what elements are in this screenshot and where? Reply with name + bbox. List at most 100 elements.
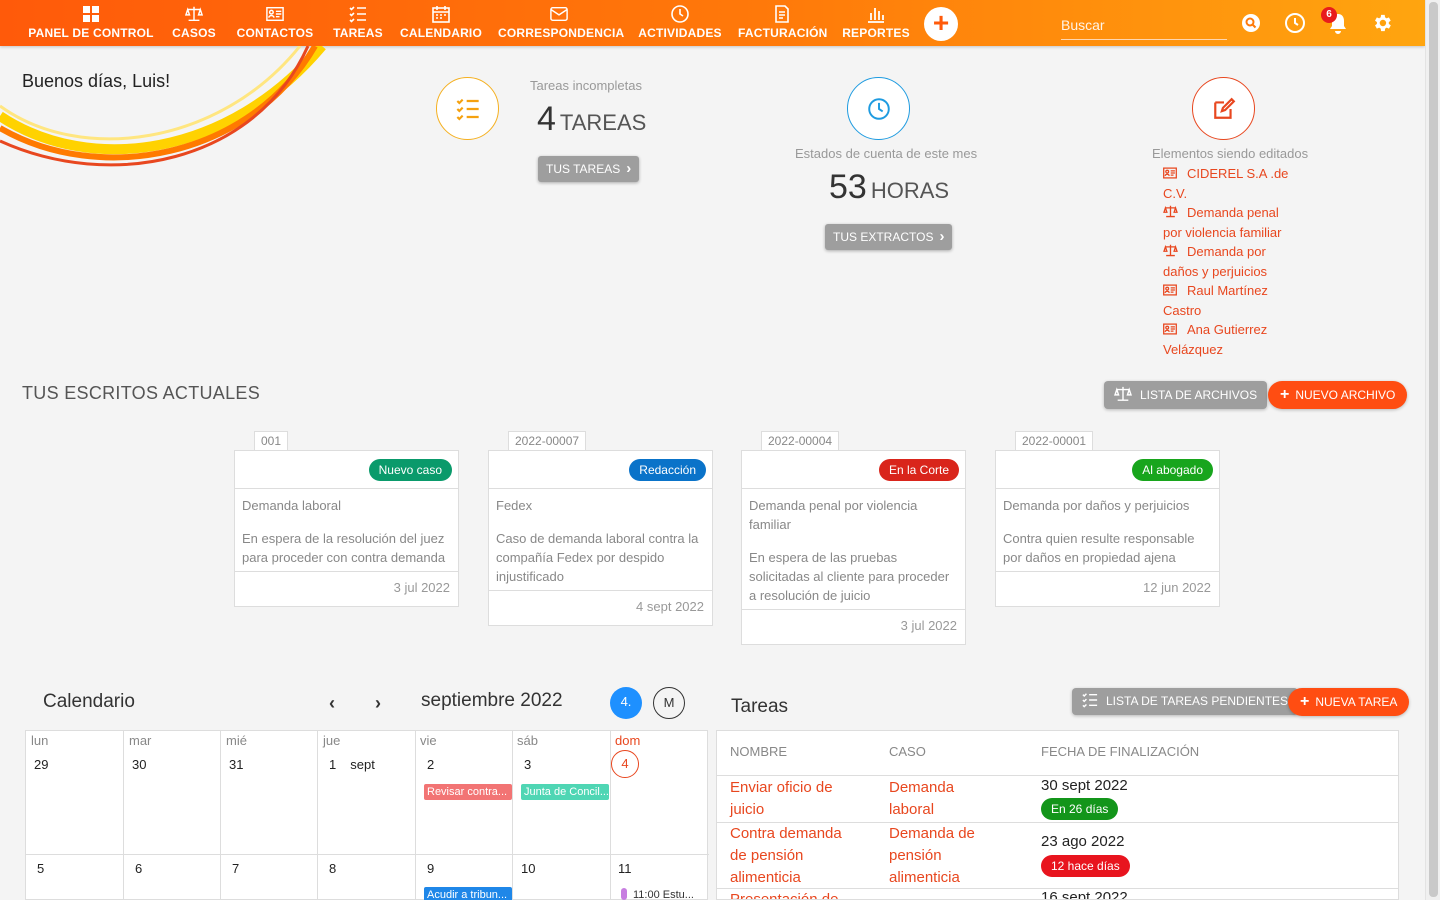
case-number-tab: 2022-00001 xyxy=(1015,431,1094,451)
nav-facturacion[interactable]: FACTURACIÓN xyxy=(738,4,828,44)
calendar-day[interactable]: 9 xyxy=(427,861,434,876)
nav-reportes[interactable]: REPORTES xyxy=(842,4,910,44)
page-scrollbar[interactable] xyxy=(1425,0,1440,900)
pending-tasks-list-button[interactable]: LISTA DE TAREAS PENDIENTES xyxy=(1072,688,1299,715)
task-name-link[interactable]: Enviar oficio de juicio xyxy=(730,777,833,821)
calendar-event[interactable]: Junta de Concil... xyxy=(521,784,609,800)
nav-contactos[interactable]: CONTACTOS xyxy=(236,4,314,44)
column-header[interactable]: FECHA DE FINALIZACIÓN xyxy=(1041,744,1199,759)
case-description: Caso de demanda laboral contra la compañ… xyxy=(496,531,699,584)
editing-item[interactable]: Demanda por daños y perjuicios xyxy=(1163,242,1295,281)
editing-item-label: Raul Martínez xyxy=(1187,283,1268,298)
scrollbar-thumb[interactable] xyxy=(1429,2,1438,897)
tasks-caption: Tareas incompletas xyxy=(530,78,642,93)
calendar-day[interactable]: 7 xyxy=(232,861,239,876)
weekday-label: lun xyxy=(31,733,49,748)
editing-item-label: Velázquez xyxy=(1163,342,1223,357)
nav-label: REPORTES xyxy=(842,26,910,40)
calendar-month-view-button[interactable]: M xyxy=(653,687,685,719)
editing-item[interactable]: Raul Martínez Castro xyxy=(1163,281,1295,320)
task-case-link[interactable]: Demanda laboral xyxy=(889,777,954,821)
add-button[interactable]: + xyxy=(924,7,958,41)
calendar-day[interactable]: 2 xyxy=(427,757,434,772)
nav-casos[interactable]: CASOS xyxy=(170,4,218,44)
editing-items-list: CIDEREL S.A .de C.V. Demanda penal por viol… xyxy=(1163,164,1295,359)
calendar-row-divider xyxy=(26,854,709,855)
task-case-link[interactable]: Demanda de pensión alimenticia xyxy=(889,823,975,889)
case-card[interactable]: En la Corte Demanda penal por violencia f… xyxy=(741,450,966,645)
calendar-event[interactable]: 11:00 Estu... xyxy=(621,887,707,900)
calendar-day[interactable]: 11 xyxy=(618,861,632,876)
plus-icon: + xyxy=(1300,693,1310,710)
task-due-date: 23 ago 2022 xyxy=(1041,833,1125,850)
row-divider xyxy=(717,775,1398,776)
file-list-button[interactable]: LISTA DE ARCHIVOS xyxy=(1104,381,1268,409)
calendar-day[interactable]: 30 xyxy=(132,757,146,772)
case-card-body: Fedex Caso de demanda laboral contra la c… xyxy=(489,489,712,591)
contact-card-icon xyxy=(236,4,314,24)
chevron-right-icon: › xyxy=(939,228,945,245)
editing-item-label: daños y perjuicios xyxy=(1163,264,1268,279)
calendar-day-view-button[interactable]: 4. xyxy=(610,687,642,719)
task-name-link[interactable]: Presentación de xyxy=(730,889,838,899)
search-input[interactable] xyxy=(1061,10,1227,40)
invoice-icon xyxy=(738,4,826,24)
greeting: Buenos días, Luis! xyxy=(22,71,171,91)
weekday-label: mar xyxy=(129,733,152,748)
nav-panel-de-control[interactable]: PANEL DE CONTROL xyxy=(27,4,155,44)
calendar-day[interactable]: 31 xyxy=(229,757,243,772)
calendar-day[interactable]: 5 xyxy=(37,861,44,876)
nav-correspondencia[interactable]: CORRESPONDENCIA xyxy=(498,4,624,44)
nav-label: CASOS xyxy=(172,26,216,40)
case-card-body: Demanda laboral En espera de la resolució… xyxy=(235,489,458,572)
case-card[interactable]: Nuevo caso Demanda laboral En espera de la… xyxy=(234,450,459,607)
gear-icon[interactable] xyxy=(1371,12,1393,34)
calendar-event[interactable]: Revisar contra... xyxy=(424,784,512,800)
calendar-today[interactable]: 4 xyxy=(611,750,639,778)
nav-label: PANEL DE CONTROL xyxy=(28,26,154,40)
plus-icon: + xyxy=(1280,386,1290,403)
task-due-date: 16 sept 2022 xyxy=(1041,889,1128,900)
calendar-event[interactable]: Acudir a tribun... xyxy=(424,887,512,900)
calendar-day[interactable]: 6 xyxy=(135,861,142,876)
editing-item[interactable]: Demanda penal por violencia familiar xyxy=(1163,203,1295,242)
task-name-link[interactable]: Contra demanda de pensión alimenticia xyxy=(730,823,842,889)
editing-item[interactable]: Ana Gutierrez Velázquez xyxy=(1163,320,1295,359)
new-file-label: NUEVO ARCHIVO xyxy=(1295,388,1396,402)
search-icon[interactable] xyxy=(1242,14,1260,32)
nav-actividades[interactable]: ACTIVIDADES xyxy=(638,4,722,44)
editing-item[interactable]: CIDEREL S.A .de C.V. xyxy=(1163,164,1295,203)
scale-icon xyxy=(1163,243,1179,262)
case-title: Fedex xyxy=(496,498,533,513)
top-navigation-bar: PANEL DE CONTROL CASOS CONTACTOS TAREAS … xyxy=(0,0,1425,46)
case-card[interactable]: Al abogado Demanda por daños y perjuicios… xyxy=(995,450,1220,607)
event-dot xyxy=(621,888,627,900)
case-card-header: En la Corte xyxy=(742,451,965,489)
new-file-button[interactable]: + NUEVO ARCHIVO xyxy=(1268,381,1408,409)
column-header[interactable]: CASO xyxy=(889,744,926,759)
nav-label: ACTIVIDADES xyxy=(638,26,722,40)
tasks-title: Tareas xyxy=(731,696,789,717)
calendar-day[interactable]: 29 xyxy=(34,757,48,772)
your-tasks-button[interactable]: TUS TAREAS › xyxy=(538,156,640,182)
new-task-button[interactable]: + NUEVA TAREA xyxy=(1288,688,1410,716)
calendar-day[interactable]: 3 xyxy=(524,757,531,772)
editing-item-label: por violencia familiar xyxy=(1163,225,1282,240)
column-header[interactable]: NOMBRE xyxy=(730,744,787,759)
your-statements-label: TUS EXTRACTOS xyxy=(833,230,934,244)
nav-calendario[interactable]: CALENDARIO xyxy=(400,4,482,44)
nav-tareas[interactable]: TAREAS xyxy=(332,4,384,44)
case-description: En espera de la resolución del juez para… xyxy=(242,531,446,565)
your-statements-button[interactable]: TUS EXTRACTOS › xyxy=(825,224,953,250)
your-tasks-label: TUS TAREAS xyxy=(546,162,621,176)
calendar-next-button[interactable]: › xyxy=(375,693,381,714)
calendar-day[interactable]: 1 sept xyxy=(329,757,375,772)
calendar-day[interactable]: 8 xyxy=(329,861,336,876)
history-clock-icon[interactable] xyxy=(1284,12,1306,34)
nav-label: FACTURACIÓN xyxy=(738,26,828,40)
case-title: Demanda por daños y perjuicios xyxy=(1003,498,1190,513)
case-card[interactable]: Redacción Fedex Caso de demanda laboral co… xyxy=(488,450,713,626)
case-card-body: Demanda por daños y perjuicios Contra qui… xyxy=(996,489,1219,572)
calendar-day[interactable]: 10 xyxy=(521,861,535,876)
calendar-prev-button[interactable]: ‹ xyxy=(329,693,335,714)
